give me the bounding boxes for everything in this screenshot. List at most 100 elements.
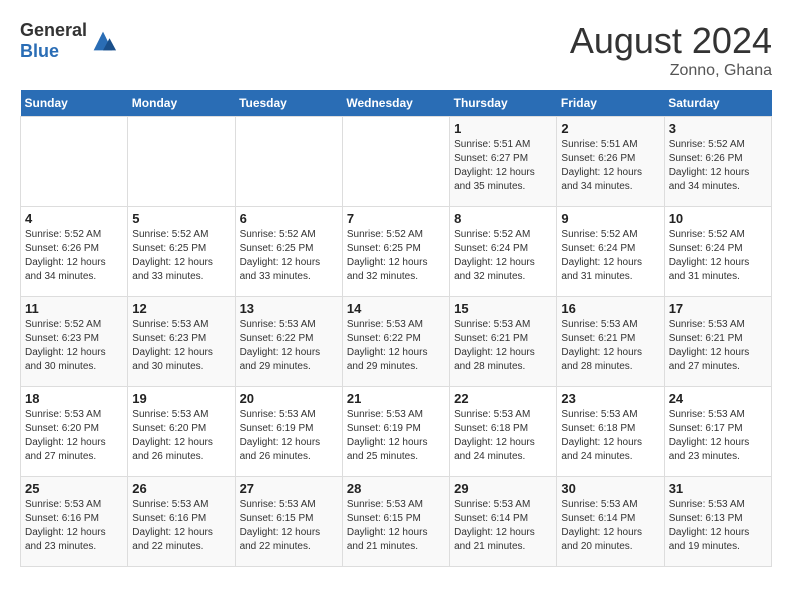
day-number: 12 bbox=[132, 301, 230, 316]
calendar-cell: 27 Sunrise: 5:53 AM Sunset: 6:15 PM Dayli… bbox=[235, 477, 342, 567]
day-info: Sunrise: 5:53 AM Sunset: 6:16 PM Dayligh… bbox=[25, 498, 123, 554]
day-info: Sunrise: 5:53 AM Sunset: 6:23 PM Dayligh… bbox=[132, 318, 230, 374]
calendar-cell: 22Sunrise: 5:53 AM Sunset: 6:18 PM Dayli… bbox=[450, 387, 557, 477]
page-header: General Blue August 2024 Zonno, Ghana bbox=[20, 20, 772, 80]
day-number: 26 bbox=[132, 481, 230, 496]
day-info: Sunrise: 5:53 AM Sunset: 6:21 PM Dayligh… bbox=[561, 318, 659, 374]
day-number: 11 bbox=[25, 301, 123, 316]
calendar-cell: 12 Sunrise: 5:53 AM Sunset: 6:23 PM Dayli… bbox=[128, 297, 235, 387]
month-title: August 2024 bbox=[570, 20, 772, 62]
logo-general: General bbox=[20, 20, 87, 40]
day-number: 19 bbox=[132, 391, 230, 406]
calendar-week-row: 25 Sunrise: 5:53 AM Sunset: 6:16 PM Dayli… bbox=[21, 477, 772, 567]
day-info: Sunrise: 5:53 AM Sunset: 6:20 PM Dayligh… bbox=[132, 408, 230, 464]
day-info: Sunrise: 5:53 AM Sunset: 6:14 PM Dayligh… bbox=[561, 498, 659, 554]
calendar-cell: 17Sunrise: 5:53 AM Sunset: 6:21 PM Dayli… bbox=[664, 297, 771, 387]
day-info: Sunrise: 5:53 AM Sunset: 6:21 PM Dayligh… bbox=[454, 318, 552, 374]
calendar-week-row: 18 Sunrise: 5:53 AM Sunset: 6:20 PM Dayli… bbox=[21, 387, 772, 477]
day-info: Sunrise: 5:53 AM Sunset: 6:15 PM Dayligh… bbox=[240, 498, 338, 554]
day-info: Sunrise: 5:53 AM Sunset: 6:20 PM Dayligh… bbox=[25, 408, 123, 464]
day-number: 23 bbox=[561, 391, 659, 406]
day-info: Sunrise: 5:53 AM Sunset: 6:19 PM Dayligh… bbox=[347, 408, 445, 464]
weekday-header-tuesday: Tuesday bbox=[235, 90, 342, 117]
calendar-cell: 16 Sunrise: 5:53 AM Sunset: 6:21 PM Dayli… bbox=[557, 297, 664, 387]
day-info: Sunrise: 5:52 AM Sunset: 6:24 PM Dayligh… bbox=[454, 228, 552, 284]
weekday-header-saturday: Saturday bbox=[664, 90, 771, 117]
day-info: Sunrise: 5:53 AM Sunset: 6:14 PM Dayligh… bbox=[454, 498, 552, 554]
day-number: 13 bbox=[240, 301, 338, 316]
logo: General Blue bbox=[20, 20, 117, 62]
calendar-cell: 9 Sunrise: 5:52 AM Sunset: 6:24 PM Daylig… bbox=[557, 207, 664, 297]
calendar-cell: 6 Sunrise: 5:52 AM Sunset: 6:25 PM Daylig… bbox=[235, 207, 342, 297]
day-info: Sunrise: 5:53 AM Sunset: 6:19 PM Dayligh… bbox=[240, 408, 338, 464]
day-number: 5 bbox=[132, 211, 230, 226]
calendar-cell: 19 Sunrise: 5:53 AM Sunset: 6:20 PM Dayli… bbox=[128, 387, 235, 477]
calendar-cell: 2 Sunrise: 5:51 AM Sunset: 6:26 PM Daylig… bbox=[557, 117, 664, 207]
calendar-cell: 14 Sunrise: 5:53 AM Sunset: 6:22 PM Dayli… bbox=[342, 297, 449, 387]
logo-icon bbox=[89, 27, 117, 55]
day-info: Sunrise: 5:52 AM Sunset: 6:26 PM Dayligh… bbox=[25, 228, 123, 284]
day-info: Sunrise: 5:52 AM Sunset: 6:24 PM Dayligh… bbox=[669, 228, 767, 284]
weekday-header-monday: Monday bbox=[128, 90, 235, 117]
day-number: 31 bbox=[669, 481, 767, 496]
day-info: Sunrise: 5:51 AM Sunset: 6:27 PM Dayligh… bbox=[454, 138, 552, 194]
calendar-cell: 7 Sunrise: 5:52 AM Sunset: 6:25 PM Daylig… bbox=[342, 207, 449, 297]
title-area: August 2024 Zonno, Ghana bbox=[570, 20, 772, 80]
day-number: 7 bbox=[347, 211, 445, 226]
day-info: Sunrise: 5:52 AM Sunset: 6:24 PM Dayligh… bbox=[561, 228, 659, 284]
calendar-cell: 8 Sunrise: 5:52 AM Sunset: 6:24 PM Daylig… bbox=[450, 207, 557, 297]
calendar-cell: 4Sunrise: 5:52 AM Sunset: 6:26 PM Daylig… bbox=[21, 207, 128, 297]
weekday-header-wednesday: Wednesday bbox=[342, 90, 449, 117]
day-number: 24 bbox=[669, 391, 767, 406]
day-number: 20 bbox=[240, 391, 338, 406]
day-info: Sunrise: 5:53 AM Sunset: 6:22 PM Dayligh… bbox=[240, 318, 338, 374]
day-number: 9 bbox=[561, 211, 659, 226]
weekday-header-thursday: Thursday bbox=[450, 90, 557, 117]
day-number: 14 bbox=[347, 301, 445, 316]
weekday-header-friday: Friday bbox=[557, 90, 664, 117]
day-info: Sunrise: 5:53 AM Sunset: 6:22 PM Dayligh… bbox=[347, 318, 445, 374]
calendar-cell: 5Sunrise: 5:52 AM Sunset: 6:25 PM Daylig… bbox=[128, 207, 235, 297]
calendar-cell: 3 Sunrise: 5:52 AM Sunset: 6:26 PM Daylig… bbox=[664, 117, 771, 207]
day-number: 18 bbox=[25, 391, 123, 406]
calendar-cell: 13 Sunrise: 5:53 AM Sunset: 6:22 PM Dayli… bbox=[235, 297, 342, 387]
day-info: Sunrise: 5:51 AM Sunset: 6:26 PM Dayligh… bbox=[561, 138, 659, 194]
day-number: 8 bbox=[454, 211, 552, 226]
calendar-week-row: 4Sunrise: 5:52 AM Sunset: 6:26 PM Daylig… bbox=[21, 207, 772, 297]
calendar-cell: 1Sunrise: 5:51 AM Sunset: 6:27 PM Daylig… bbox=[450, 117, 557, 207]
calendar-cell bbox=[342, 117, 449, 207]
day-number: 27 bbox=[240, 481, 338, 496]
calendar-cell: 29 Sunrise: 5:53 AM Sunset: 6:14 PM Dayli… bbox=[450, 477, 557, 567]
day-info: Sunrise: 5:52 AM Sunset: 6:25 PM Dayligh… bbox=[347, 228, 445, 284]
calendar-week-row: 11Sunrise: 5:52 AM Sunset: 6:23 PM Dayli… bbox=[21, 297, 772, 387]
day-number: 29 bbox=[454, 481, 552, 496]
logo-text: General Blue bbox=[20, 20, 87, 62]
day-info: Sunrise: 5:53 AM Sunset: 6:15 PM Dayligh… bbox=[347, 498, 445, 554]
day-number: 3 bbox=[669, 121, 767, 136]
calendar-cell: 26 Sunrise: 5:53 AM Sunset: 6:16 PM Dayli… bbox=[128, 477, 235, 567]
calendar-cell: 23Sunrise: 5:53 AM Sunset: 6:18 PM Dayli… bbox=[557, 387, 664, 477]
calendar-cell: 18 Sunrise: 5:53 AM Sunset: 6:20 PM Dayli… bbox=[21, 387, 128, 477]
weekday-header-sunday: Sunday bbox=[21, 90, 128, 117]
calendar-cell: 25 Sunrise: 5:53 AM Sunset: 6:16 PM Dayli… bbox=[21, 477, 128, 567]
day-number: 2 bbox=[561, 121, 659, 136]
day-number: 25 bbox=[25, 481, 123, 496]
day-number: 28 bbox=[347, 481, 445, 496]
calendar-cell bbox=[235, 117, 342, 207]
calendar-cell: 30Sunrise: 5:53 AM Sunset: 6:14 PM Dayli… bbox=[557, 477, 664, 567]
day-number: 16 bbox=[561, 301, 659, 316]
day-number: 15 bbox=[454, 301, 552, 316]
day-info: Sunrise: 5:53 AM Sunset: 6:17 PM Dayligh… bbox=[669, 408, 767, 464]
calendar-cell: 20 Sunrise: 5:53 AM Sunset: 6:19 PM Dayli… bbox=[235, 387, 342, 477]
calendar-cell: 28 Sunrise: 5:53 AM Sunset: 6:15 PM Dayli… bbox=[342, 477, 449, 567]
day-info: Sunrise: 5:52 AM Sunset: 6:25 PM Dayligh… bbox=[240, 228, 338, 284]
day-number: 6 bbox=[240, 211, 338, 226]
day-number: 21 bbox=[347, 391, 445, 406]
weekday-header-row: SundayMondayTuesdayWednesdayThursdayFrid… bbox=[21, 90, 772, 117]
calendar-cell bbox=[21, 117, 128, 207]
day-info: Sunrise: 5:53 AM Sunset: 6:16 PM Dayligh… bbox=[132, 498, 230, 554]
calendar-cell: 11Sunrise: 5:52 AM Sunset: 6:23 PM Dayli… bbox=[21, 297, 128, 387]
day-info: Sunrise: 5:53 AM Sunset: 6:21 PM Dayligh… bbox=[669, 318, 767, 374]
calendar-table: SundayMondayTuesdayWednesdayThursdayFrid… bbox=[20, 90, 772, 567]
day-info: Sunrise: 5:52 AM Sunset: 6:26 PM Dayligh… bbox=[669, 138, 767, 194]
